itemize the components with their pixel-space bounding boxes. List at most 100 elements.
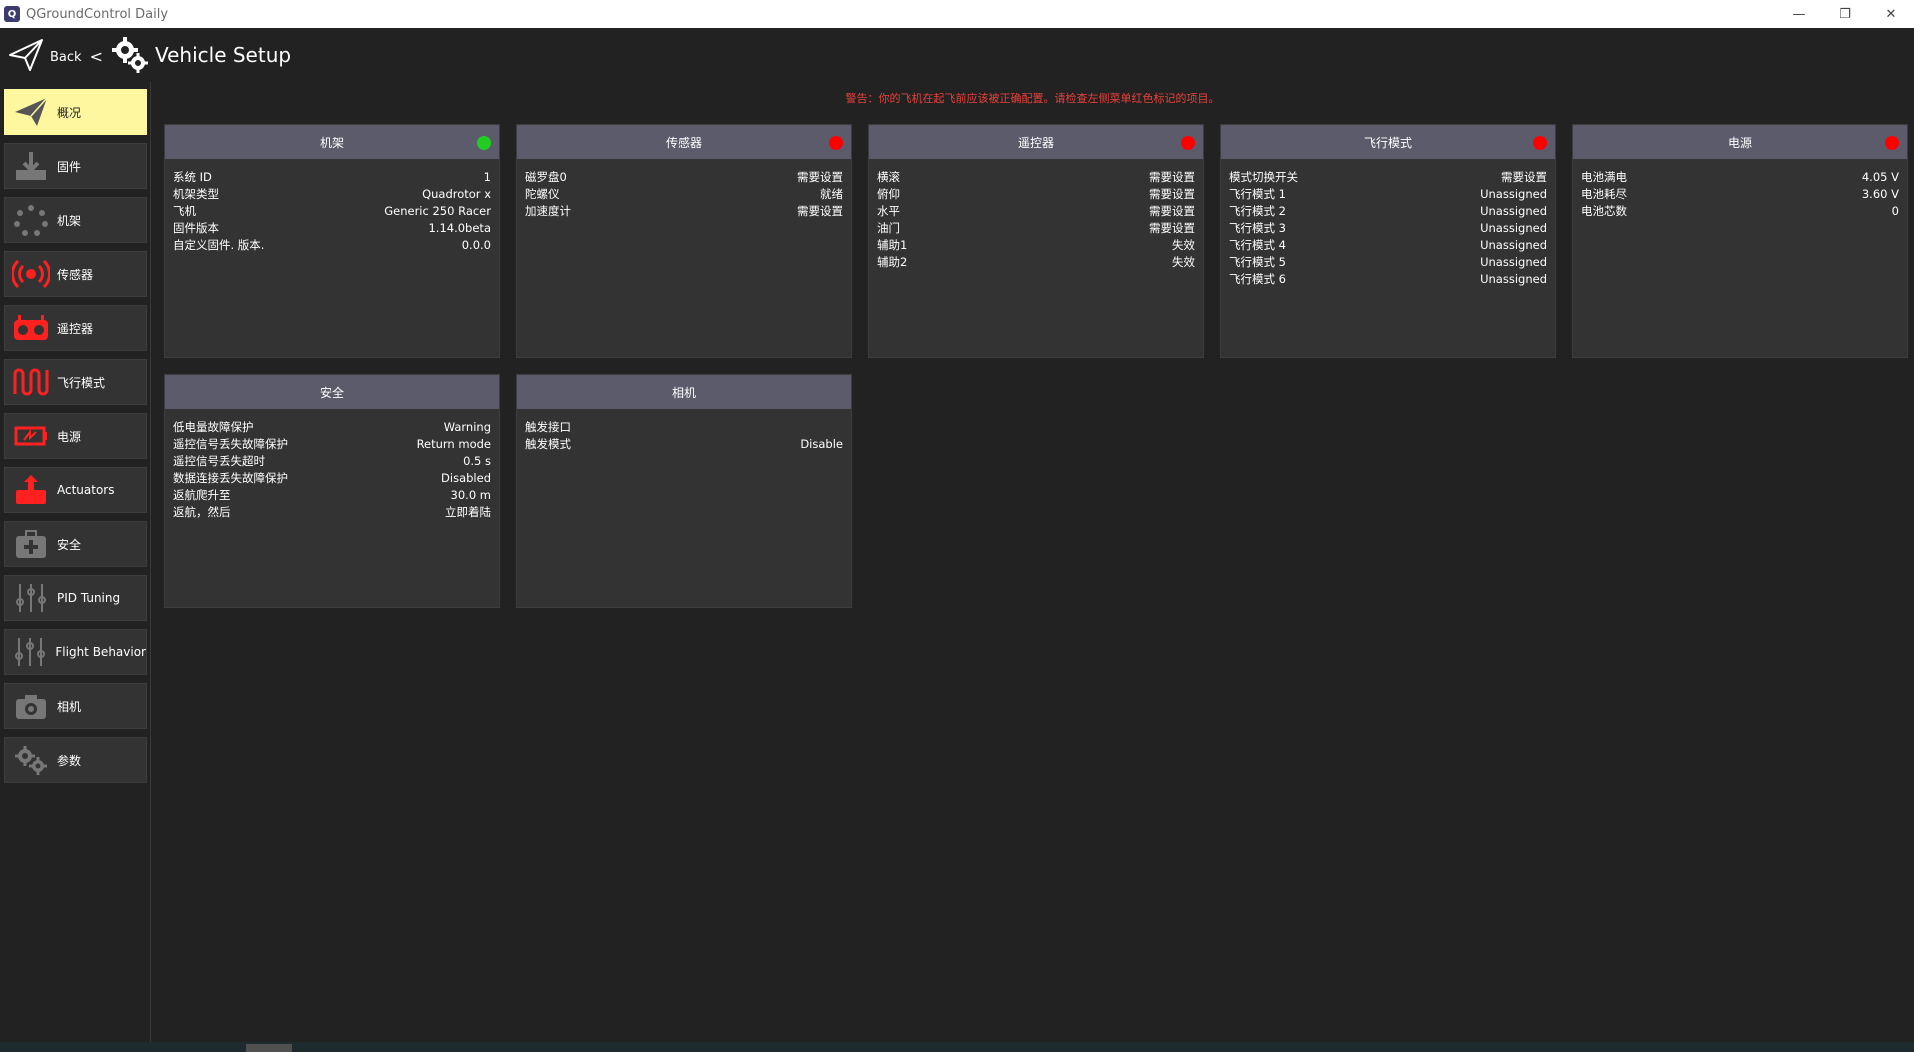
card-camera[interactable]: 相机 触发接口 触发模式 Disable bbox=[516, 374, 852, 608]
card-row: 遥控信号丢失超时 0.5 s bbox=[173, 453, 491, 470]
sidebar-item-label: Actuators bbox=[57, 483, 115, 497]
close-button[interactable]: ✕ bbox=[1868, 0, 1914, 28]
sidebar-item-label: 概况 bbox=[57, 105, 82, 120]
card-header[interactable]: 机架 bbox=[165, 125, 499, 159]
card-radio[interactable]: 遥控器 横滚 需要设置 俯仰 需要设置 水平 需要设置 油门 需要设置 辅助1 失效 辅助… bbox=[868, 124, 1204, 358]
row-key: 触发接口 bbox=[525, 420, 571, 434]
card-row: 水平 需要设置 bbox=[877, 203, 1195, 220]
radio-icon bbox=[11, 309, 51, 347]
card-header[interactable]: 相机 bbox=[517, 375, 851, 409]
row-value: Warning bbox=[443, 420, 491, 434]
card-title: 传感器 bbox=[665, 135, 702, 150]
sidebar-item-label: Flight Behavior bbox=[55, 645, 146, 659]
safety-icon bbox=[11, 525, 51, 563]
taskbar-app-item[interactable] bbox=[246, 1044, 292, 1052]
paper-plane-icon bbox=[9, 39, 43, 71]
sidebar-item-sensors[interactable]: 传感器 bbox=[4, 251, 147, 297]
row-key: 返航，然后 bbox=[173, 505, 231, 519]
sensor-icon bbox=[11, 255, 51, 293]
page-header: Back < Vehicle Setup bbox=[0, 28, 1914, 82]
card-header[interactable]: 飞行模式 bbox=[1221, 125, 1555, 159]
sidebar-item-power[interactable]: 电源 bbox=[4, 413, 147, 459]
row-key: 辅助1 bbox=[877, 238, 908, 252]
row-key: 水平 bbox=[877, 204, 900, 218]
row-key: 陀螺仪 bbox=[525, 187, 560, 201]
sidebar-item-label: 电源 bbox=[57, 429, 82, 444]
config-warning: 警告：你的飞机在起飞前应该被正确配置。请检查左侧菜单红色标记的项目。 bbox=[845, 92, 1220, 105]
sidebar-item-radio[interactable]: 遥控器 bbox=[4, 305, 147, 351]
card-header[interactable]: 安全 bbox=[165, 375, 499, 409]
row-value: Return mode bbox=[416, 437, 491, 451]
card-row: 模式切换开关 需要设置 bbox=[1229, 169, 1547, 186]
sliders-icon bbox=[11, 579, 51, 617]
card-body: 电池满电 4.05 V 电池耗尽 3.60 V 电池芯数 0 bbox=[1573, 159, 1907, 220]
card-safety[interactable]: 安全 低电量故障保护 Warning 遥控信号丢失故障保护 Return mode … bbox=[164, 374, 500, 608]
card-header[interactable]: 传感器 bbox=[517, 125, 851, 159]
download-icon bbox=[11, 147, 51, 185]
actuator-icon bbox=[11, 471, 51, 509]
row-key: 固件版本 bbox=[173, 221, 219, 235]
row-value: 立即着陆 bbox=[445, 505, 491, 519]
row-key: 机架类型 bbox=[173, 187, 219, 201]
sidebar-item-safety[interactable]: 安全 bbox=[4, 521, 147, 567]
card-row: 电池满电 4.05 V bbox=[1581, 169, 1899, 186]
sidebar-item-camera[interactable]: 相机 bbox=[4, 683, 147, 729]
flight-mode-icon bbox=[11, 363, 51, 401]
sidebar-item-label: PID Tuning bbox=[57, 591, 121, 605]
card-header[interactable]: 电源 bbox=[1573, 125, 1907, 159]
card-header[interactable]: 遥控器 bbox=[869, 125, 1203, 159]
sidebar-item-flight-behavior[interactable]: Flight Behavior bbox=[4, 629, 147, 675]
row-value: 30.0 m bbox=[450, 488, 491, 502]
status-error-indicator bbox=[1885, 136, 1899, 150]
row-key: 触发模式 bbox=[525, 437, 571, 451]
sidebar-item-actuators[interactable]: Actuators bbox=[4, 467, 147, 513]
sidebar-item-label: 安全 bbox=[57, 537, 82, 552]
row-value: 失效 bbox=[1172, 255, 1195, 269]
card-row: 返航，然后 立即着陆 bbox=[173, 504, 491, 521]
row-value: Quadrotor x bbox=[422, 187, 491, 201]
row-key: 飞行模式 6 bbox=[1229, 272, 1286, 286]
card-power[interactable]: 电源 电池满电 4.05 V 电池耗尽 3.60 V 电池芯数 0 bbox=[1572, 124, 1908, 358]
back-button[interactable]: Back < bbox=[8, 37, 103, 73]
card-title: 机架 bbox=[319, 135, 344, 150]
camera-icon bbox=[11, 687, 51, 725]
card-row: 系统 ID 1 bbox=[173, 169, 491, 186]
row-key: 电池满电 bbox=[1581, 170, 1627, 184]
row-key: 数据连接丢失故障保护 bbox=[173, 471, 288, 485]
sidebar-item-airframe[interactable]: 机架 bbox=[4, 197, 147, 243]
card-flight-modes[interactable]: 飞行模式 模式切换开关 需要设置 飞行模式 1 Unassigned 飞行模式 2 U… bbox=[1220, 124, 1556, 358]
sidebar-item-label: 遥控器 bbox=[57, 321, 94, 336]
card-sensors[interactable]: 传感器 磁罗盘0 需要设置 陀螺仪 就绪 加速度计 需要设置 bbox=[516, 124, 852, 358]
row-key: 电池耗尽 bbox=[1581, 187, 1627, 201]
sidebar-item-parameters[interactable]: 参数 bbox=[4, 737, 147, 783]
card-row: 电池耗尽 3.60 V bbox=[1581, 186, 1899, 203]
sidebar-item-firmware[interactable]: 固件 bbox=[4, 143, 147, 189]
row-value: 就绪 bbox=[820, 187, 843, 201]
sidebar-item-label: 机架 bbox=[57, 213, 82, 228]
row-value: Disabled bbox=[441, 471, 491, 485]
row-value: Unassigned bbox=[1480, 187, 1547, 201]
row-key: 自定义固件. 版本. bbox=[173, 238, 265, 252]
card-row: 横滚 需要设置 bbox=[877, 169, 1195, 186]
sidebar-item-label: 传感器 bbox=[57, 267, 94, 282]
row-value: Unassigned bbox=[1480, 272, 1547, 286]
card-row: 飞行模式 3 Unassigned bbox=[1229, 220, 1547, 237]
row-key: 电池芯数 bbox=[1581, 204, 1627, 218]
sidebar-item-flight-modes[interactable]: 飞行模式 bbox=[4, 359, 147, 405]
row-value: 需要设置 bbox=[1149, 221, 1195, 235]
sidebar-item-summary[interactable]: 概况 bbox=[4, 89, 147, 135]
gears-icon bbox=[11, 741, 51, 779]
row-value: 0 bbox=[1891, 204, 1899, 218]
card-row: 陀螺仪 就绪 bbox=[525, 186, 843, 203]
row-value: Unassigned bbox=[1480, 238, 1547, 252]
plane-icon bbox=[11, 93, 51, 131]
card-row: 辅助1 失效 bbox=[877, 237, 1195, 254]
minimize-button[interactable]: — bbox=[1776, 0, 1822, 28]
row-key: 遥控信号丢失故障保护 bbox=[173, 437, 288, 451]
card-airframe[interactable]: 机架 系统 ID 1 机架类型 Quadrotor x 飞机 Generic 250 … bbox=[164, 124, 500, 358]
card-row: 遥控信号丢失故障保护 Return mode bbox=[173, 436, 491, 453]
row-value: Unassigned bbox=[1480, 204, 1547, 218]
sidebar-item-pid-tuning[interactable]: PID Tuning bbox=[4, 575, 147, 621]
row-key: 飞行模式 2 bbox=[1229, 204, 1286, 218]
restore-button[interactable]: ❐ bbox=[1822, 0, 1868, 28]
